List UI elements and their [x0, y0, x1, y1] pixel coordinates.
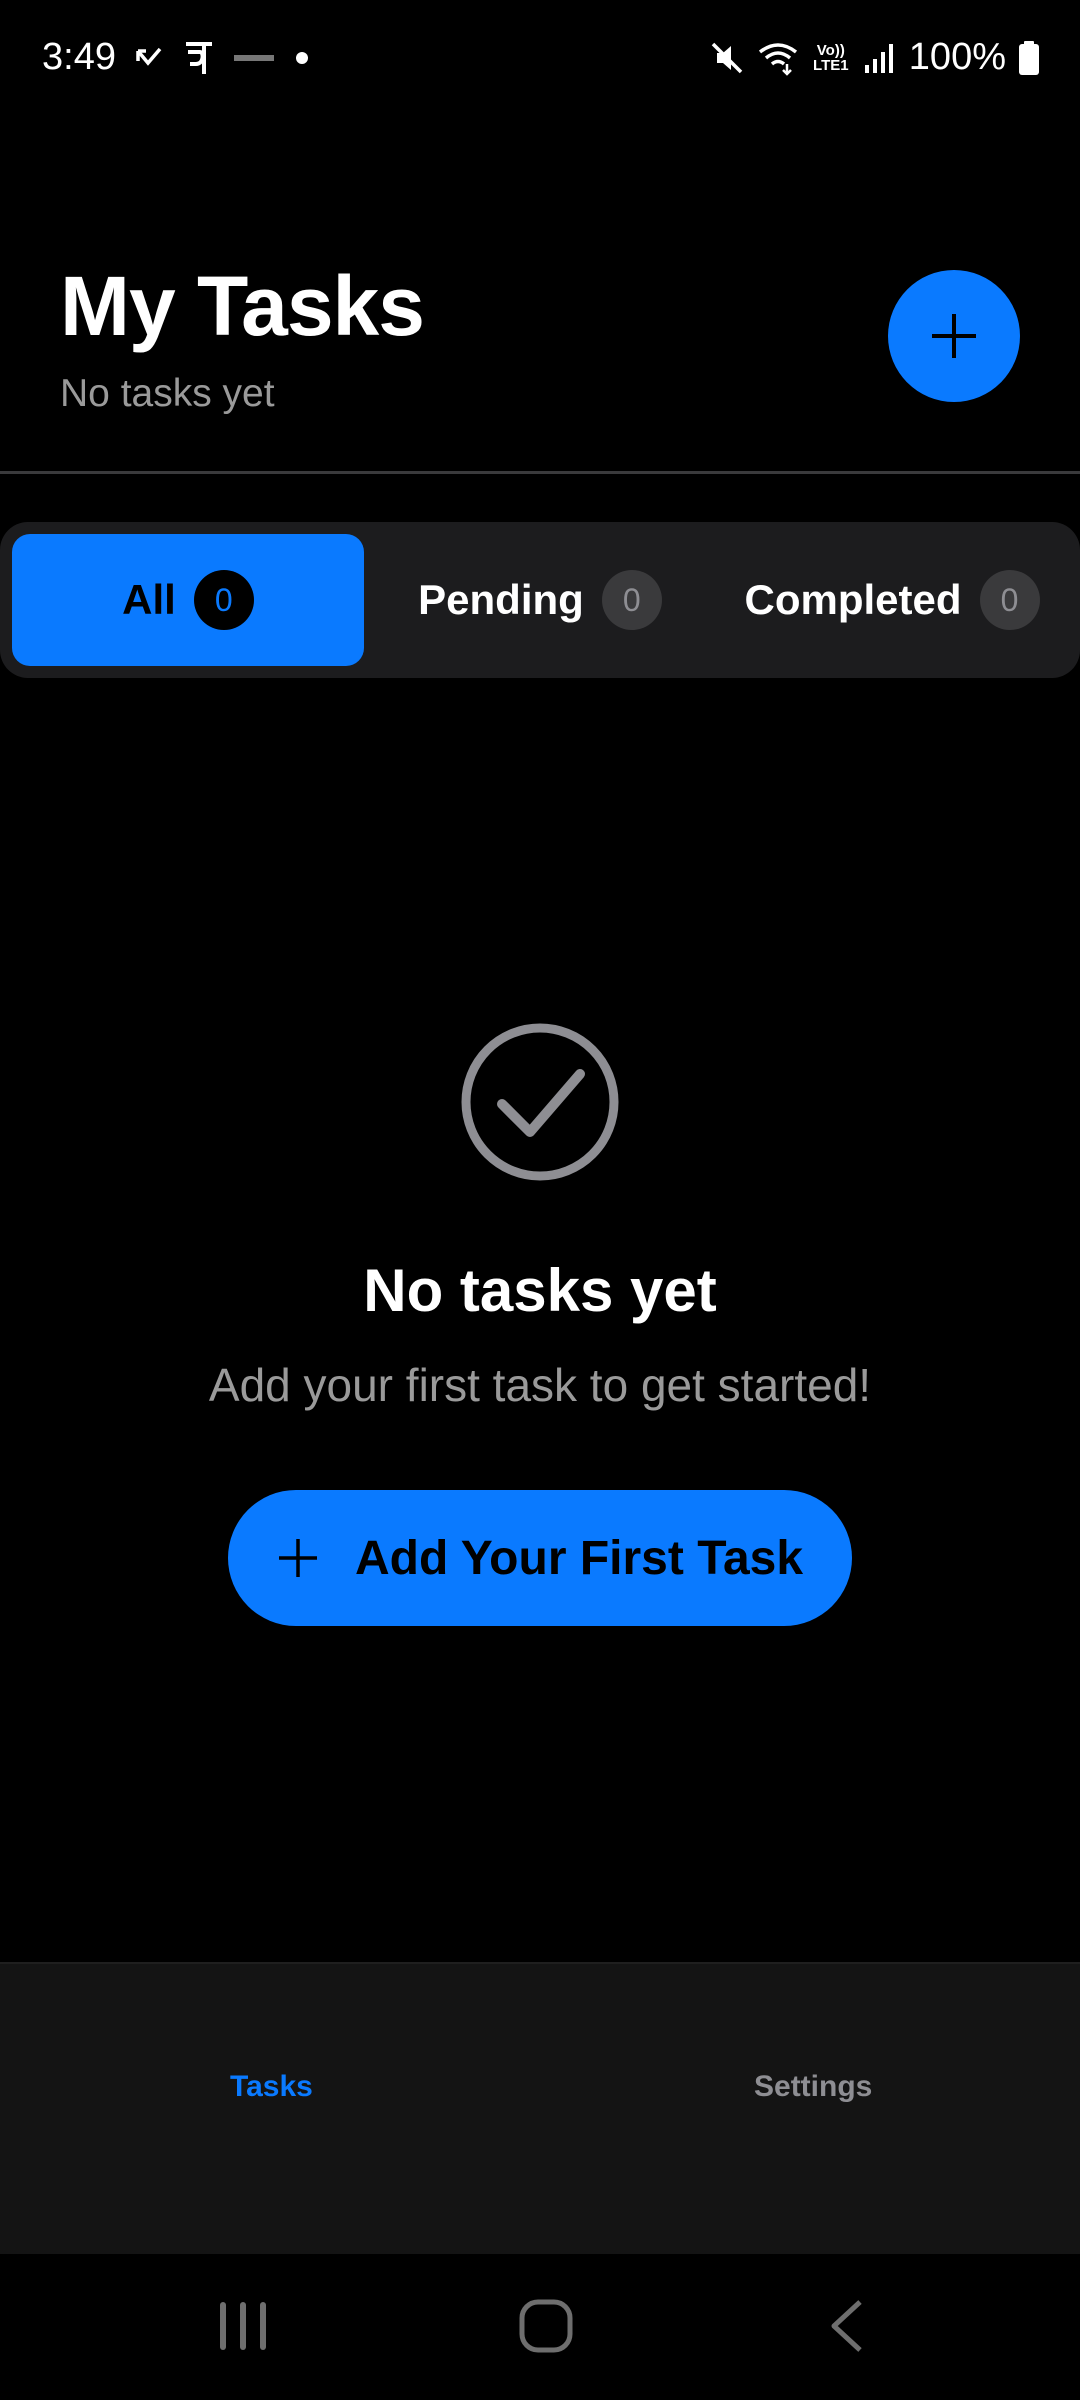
nav-settings[interactable]: Settings — [754, 2070, 872, 2104]
add-first-task-button[interactable]: Add Your First Task — [228, 1490, 852, 1626]
battery-icon — [1019, 40, 1039, 75]
page-title: My Tasks — [60, 259, 425, 353]
count-badge: 0 — [979, 570, 1040, 630]
add-first-task-label: Add Your First Task — [354, 1531, 804, 1585]
status-bar: 3:49 Vo)) LTE1 100% — [0, 0, 1080, 124]
missed-call-icon — [136, 47, 162, 66]
status-right-icons: Vo)) LTE1 100% — [709, 36, 1040, 79]
wifi-icon — [758, 42, 797, 76]
tab-label: Completed — [744, 576, 962, 623]
empty-state-subtitle: Add your first task to get started! — [208, 1359, 872, 1411]
bottom-nav: Tasks Settings — [0, 1962, 1080, 2254]
volte-label: Vo)) LTE1 — [813, 41, 849, 74]
tab-pending[interactable]: Pending 0 — [380, 534, 700, 666]
tab-label: All — [122, 576, 176, 623]
add-task-button[interactable] — [888, 270, 1020, 402]
check-circle-icon — [461, 1023, 619, 1181]
signal-icon — [864, 43, 893, 73]
status-time: 3:49 — [42, 36, 116, 78]
notification-dot-icon — [296, 52, 308, 64]
count-badge: 0 — [601, 570, 662, 630]
tab-label: Pending — [418, 576, 584, 623]
status-left-icons — [132, 38, 310, 78]
system-nav-bar — [0, 2254, 1080, 2400]
page-subtitle: No tasks yet — [60, 372, 275, 415]
plus-icon — [932, 314, 976, 358]
tab-all[interactable]: All 0 — [12, 534, 364, 666]
mute-icon — [711, 42, 743, 73]
plus-icon — [278, 1539, 317, 1577]
tab-completed[interactable]: Completed 0 — [716, 534, 1068, 666]
header-divider — [0, 471, 1080, 474]
filter-tabs: All 0 Pending 0 Completed 0 — [0, 522, 1080, 678]
battery-percent: 100% — [908, 36, 1006, 78]
phonepe-icon — [186, 42, 212, 74]
bhim-icon — [234, 55, 274, 61]
empty-state-title: No tasks yet — [363, 1257, 717, 1324]
count-badge: 0 — [193, 570, 254, 630]
home-icon[interactable] — [518, 2298, 574, 2354]
back-icon[interactable] — [826, 2298, 866, 2354]
nav-tasks[interactable]: Tasks — [230, 2070, 313, 2104]
recents-icon[interactable] — [216, 2298, 270, 2354]
